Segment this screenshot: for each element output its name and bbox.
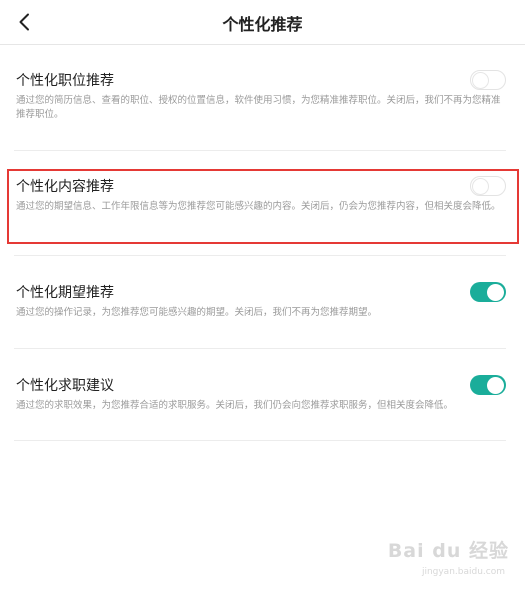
page-title: 个性化推荐 xyxy=(222,15,303,34)
divider xyxy=(14,150,506,151)
job-advice-toggle[interactable] xyxy=(470,375,506,395)
divider xyxy=(14,348,506,349)
toggle-knob xyxy=(487,376,504,394)
job-recommendation-toggle[interactable] xyxy=(470,70,506,90)
baidu-jingyan-watermark: Bai du 经验 jingyan.baidu.com xyxy=(388,534,509,584)
setting-title: 个性化职位推荐 xyxy=(16,73,114,89)
divider xyxy=(14,255,506,256)
toggle-knob xyxy=(487,283,504,301)
setting-description: 通过您的求职效果，为您推荐合适的求职服务。关闭后，我们仍会向您推荐求职服务，但相… xyxy=(16,400,454,411)
expectation-recommendation-toggle[interactable] xyxy=(470,282,506,302)
highlight-box xyxy=(7,169,519,244)
setting-title: 个性化求职建议 xyxy=(16,378,114,394)
setting-description: 通过您的操作记录，为您推荐您可能感兴趣的期望。关闭后，我们不再为您推荐期望。 xyxy=(16,307,378,318)
divider xyxy=(14,440,506,441)
watermark-logo-text: Bai du 经验 xyxy=(387,540,509,562)
setting-item-expectation-recommendation: 个性化期望推荐 通过您的操作记录，为您推荐您可能感兴趣的期望。关闭后，我们不再为… xyxy=(14,282,506,332)
toggle-knob xyxy=(472,71,489,89)
setting-item-job-recommendation: 个性化职位推荐 通过您的简历信息、查看的职位、授权的位置信息，软件使用习惯，为您… xyxy=(14,70,506,150)
setting-title: 个性化期望推荐 xyxy=(16,285,114,301)
setting-description: 通过您的简历信息、查看的职位、授权的位置信息，软件使用习惯，为您精准推荐职位。关… xyxy=(16,95,501,120)
watermark-url: jingyan.baidu.com xyxy=(421,567,505,577)
top-navigation-bar: 个性化推荐 xyxy=(0,0,525,45)
setting-item-job-advice: 个性化求职建议 通过您的求职效果，为您推荐合适的求职服务。关闭后，我们仍会向您推… xyxy=(14,375,506,425)
